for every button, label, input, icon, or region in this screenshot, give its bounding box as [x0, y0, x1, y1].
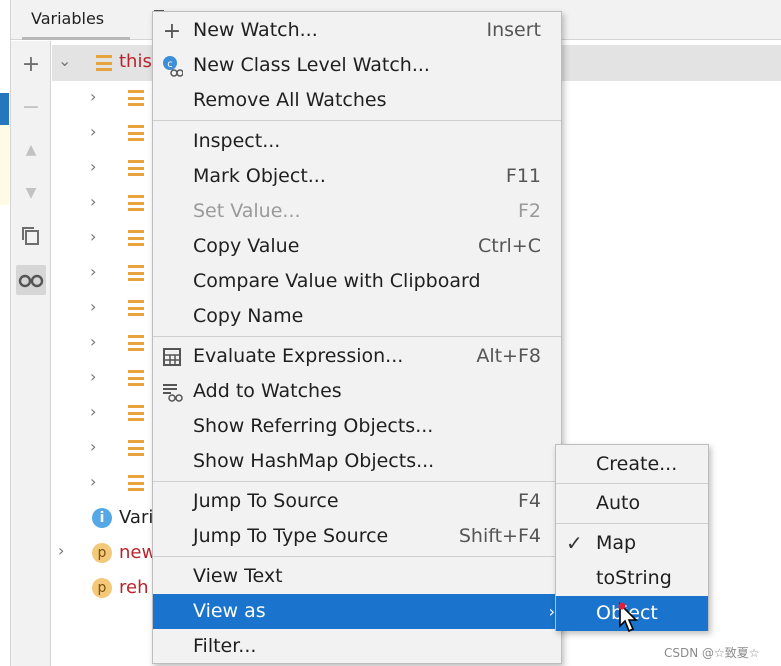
field-icon — [128, 160, 144, 176]
chevron-right-icon[interactable]: › — [90, 87, 96, 106]
menu-item-remove-all-watches[interactable]: Remove All Watches — [153, 83, 561, 118]
submenu-item-tostring[interactable]: toString — [556, 561, 708, 596]
menu-item-copy-name[interactable]: Copy Name — [153, 299, 561, 334]
field-icon — [128, 370, 144, 386]
menu-item-jump-to-type-source[interactable]: Jump To Type Source Shift+F4 — [153, 519, 561, 554]
chevron-down-icon[interactable]: ⌄ — [58, 51, 71, 70]
menu-item-mark-object[interactable]: Mark Object... F11 — [153, 159, 561, 194]
glasses-icon[interactable] — [16, 265, 46, 295]
field-icon — [128, 335, 144, 351]
submenu-separator — [556, 523, 708, 524]
class-watch-icon: c — [161, 55, 183, 77]
menu-item-evaluate-expression[interactable]: Evaluate Expression... Alt+F8 — [153, 339, 561, 374]
svg-text:c: c — [167, 59, 173, 70]
move-up-icon[interactable]: ▲ — [16, 135, 46, 165]
menu-item-view-text[interactable]: View Text — [153, 559, 561, 594]
tab-active-indicator — [22, 37, 130, 40]
menu-separator — [153, 336, 561, 337]
field-icon — [128, 195, 144, 211]
menu-item-copy-value[interactable]: Copy Value Ctrl+C — [153, 229, 561, 264]
field-icon — [128, 300, 144, 316]
submenu-item-create[interactable]: Create... — [556, 447, 708, 482]
chevron-right-icon[interactable]: › — [90, 367, 96, 386]
chevron-right-icon[interactable]: › — [90, 192, 96, 211]
menu-item-set-value: Set Value... F2 — [193, 200, 541, 222]
menu-item-jump-to-source[interactable]: Jump To Source F4 — [153, 484, 561, 519]
chevron-right-icon[interactable]: › — [90, 332, 96, 351]
add-watch-icon — [161, 381, 183, 403]
chevron-right-icon[interactable]: › — [58, 541, 64, 560]
field-icon — [128, 125, 144, 141]
field-icon — [128, 475, 144, 491]
menu-item-show-referring-objects[interactable]: Show Referring Objects... — [153, 409, 561, 444]
field-icon — [128, 265, 144, 281]
tree-row-label: new — [119, 542, 157, 563]
remove-icon[interactable]: − — [16, 92, 46, 122]
context-menu: + New Watch... Insert c New Class Level W… — [152, 11, 562, 664]
menu-item-inspect[interactable]: Inspect... — [153, 124, 561, 159]
menu-separator — [153, 556, 561, 557]
field-icon — [128, 230, 144, 246]
move-down-icon[interactable]: ▼ — [16, 178, 46, 208]
property-icon: p — [92, 543, 112, 563]
chevron-right-icon[interactable]: › — [90, 437, 96, 456]
add-icon[interactable]: + — [16, 49, 46, 79]
variables-toolbar: + − ▲ ▼ — [11, 41, 51, 666]
field-icon — [128, 440, 144, 456]
info-icon: i — [92, 508, 112, 528]
menu-item-new-class-level-watch[interactable]: c New Class Level Watch... — [153, 48, 561, 83]
copy-icon[interactable] — [16, 221, 46, 251]
check-icon: ✓ — [566, 531, 583, 555]
property-icon: p — [92, 578, 112, 598]
tree-row-label: Vari — [119, 507, 154, 528]
tab-variables-label: Variables — [31, 9, 105, 28]
field-icon — [128, 90, 144, 106]
menu-item-show-hashmap-objects[interactable]: Show HashMap Objects... — [153, 444, 561, 479]
left-edge-selection — [0, 93, 9, 125]
tab-variables[interactable]: Variables — [23, 0, 127, 40]
menu-separator — [153, 481, 561, 482]
chevron-right-icon[interactable]: › — [90, 402, 96, 421]
chevron-right-icon[interactable]: › — [90, 297, 96, 316]
chevron-right-icon[interactable]: › — [90, 122, 96, 141]
mouse-cursor-icon — [618, 602, 638, 633]
watermark: CSDN @☆致夏☆ — [664, 646, 760, 660]
menu-separator — [153, 120, 561, 121]
menu-item-view-as[interactable]: View as › — [153, 594, 561, 629]
submenu-item-auto[interactable]: Auto — [556, 486, 708, 521]
tree-row-label: reh — [119, 577, 149, 598]
submenu-separator — [556, 483, 708, 484]
calculator-icon — [161, 346, 183, 368]
left-edge-highlight — [0, 125, 9, 205]
menu-item-compare-value[interactable]: Compare Value with Clipboard — [153, 264, 561, 299]
left-edge-strip — [0, 0, 11, 666]
chevron-right-icon[interactable]: › — [90, 262, 96, 281]
field-icon — [96, 55, 112, 71]
chevron-right-icon[interactable]: › — [90, 472, 96, 491]
menu-item-new-watch[interactable]: + New Watch... Insert — [153, 13, 561, 48]
chevron-right-icon[interactable]: › — [90, 227, 96, 246]
chevron-right-icon[interactable]: › — [90, 157, 96, 176]
plus-icon: + — [162, 18, 182, 44]
submenu-item-map[interactable]: ✓ Map — [556, 526, 708, 561]
menu-item-add-to-watches[interactable]: Add to Watches — [153, 374, 561, 409]
menu-item-filter[interactable]: Filter... — [153, 629, 561, 664]
field-icon — [128, 405, 144, 421]
tree-row-label: this — [119, 51, 152, 72]
